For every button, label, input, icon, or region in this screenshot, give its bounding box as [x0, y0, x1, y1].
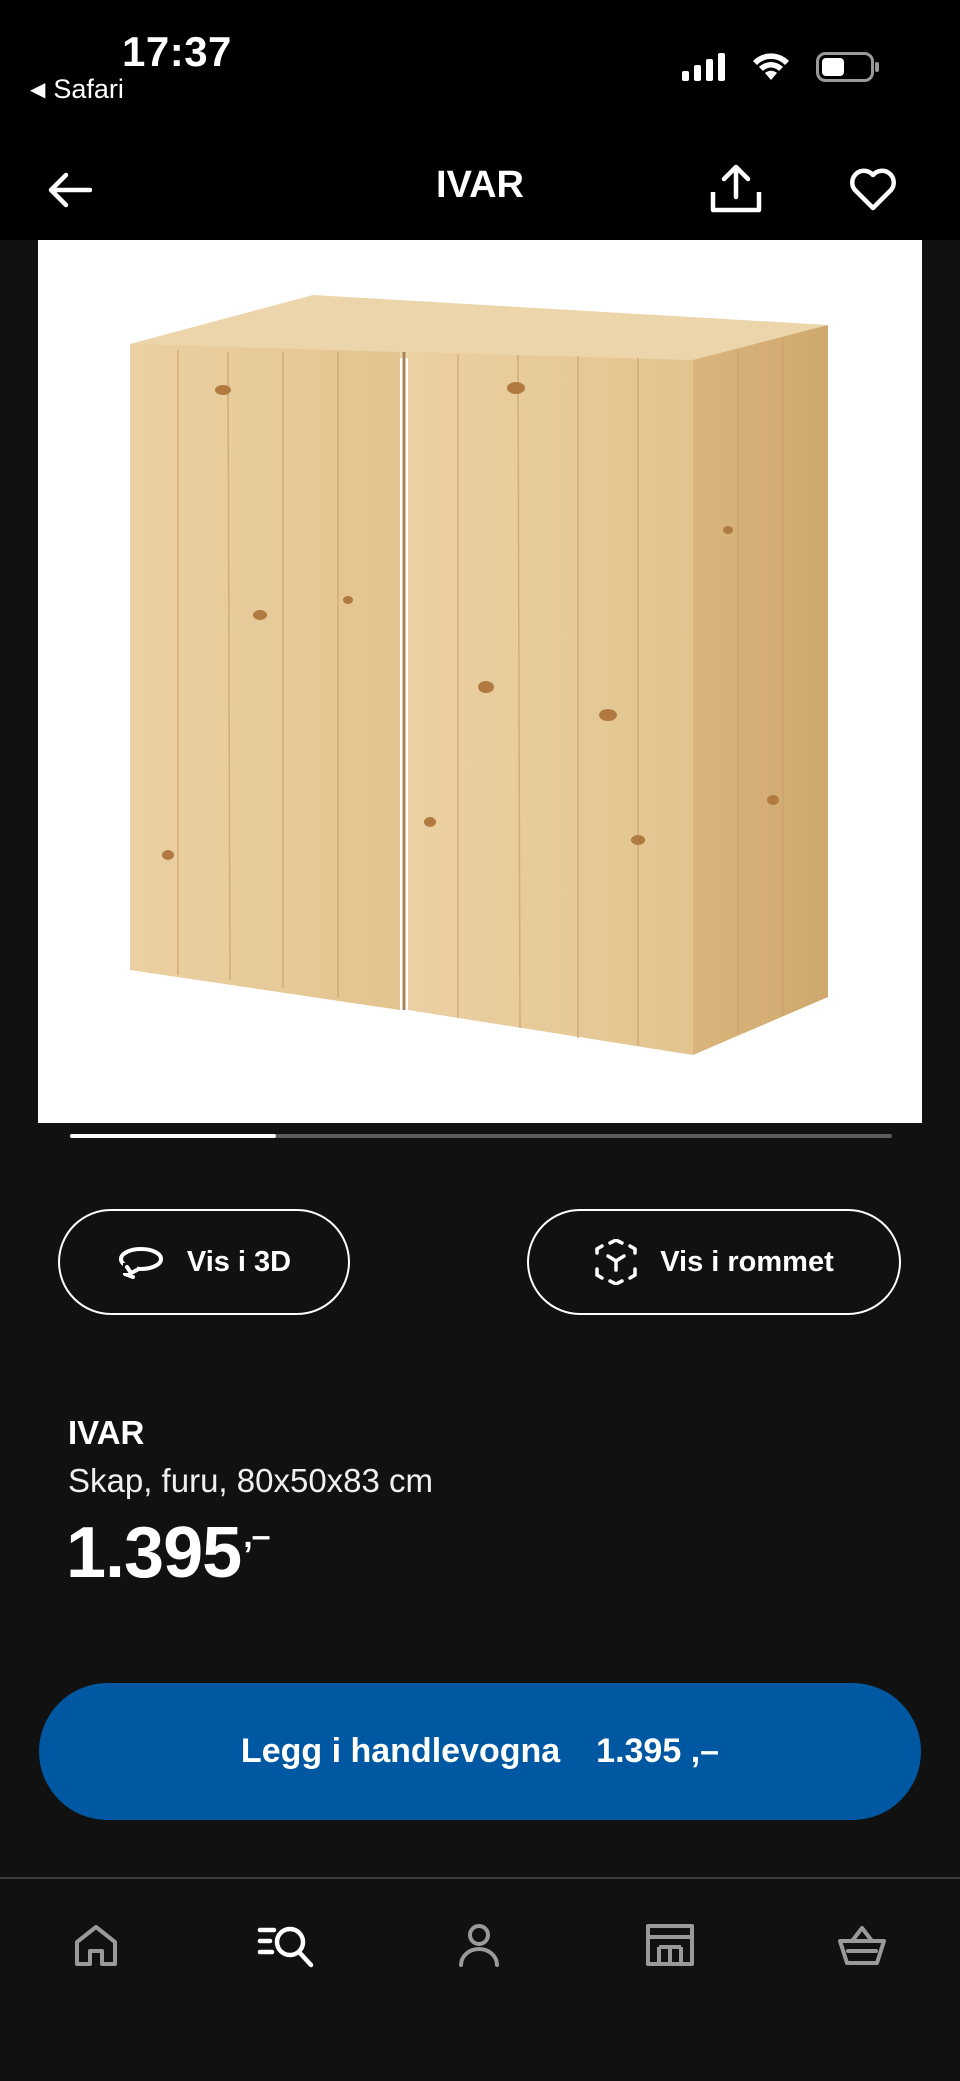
- cellular-signal-icon: [682, 53, 725, 81]
- status-bar: 17:37 ◀ Safari: [0, 0, 960, 140]
- status-time: 17:37: [122, 28, 232, 75]
- nav-profile[interactable]: [443, 1909, 515, 1981]
- profile-icon: [459, 1924, 499, 1967]
- wifi-icon: [753, 53, 789, 80]
- bottom-navigation: [0, 1877, 960, 2081]
- view-in-room-label: Vis i rommet: [660, 1245, 834, 1278]
- product-price: 1.395,–: [66, 1512, 271, 1594]
- home-icon: [75, 1925, 117, 1966]
- back-to-app-link[interactable]: ◀ Safari: [30, 74, 124, 105]
- price-suffix: ,–: [243, 1517, 270, 1555]
- view-in-3d-button[interactable]: Vis i 3D: [58, 1209, 350, 1315]
- product-name: IVAR: [68, 1414, 145, 1451]
- page-title: IVAR: [436, 164, 524, 206]
- add-to-cart-button[interactable]: Legg i handlevogna 1.395 ,–: [39, 1683, 921, 1820]
- basket-icon: [838, 1926, 886, 1965]
- image-carousel-indicator[interactable]: [70, 1134, 892, 1138]
- cabinet-illustration: [130, 295, 828, 1055]
- ar-cube-icon: [595, 1239, 637, 1285]
- rotate-3d-icon: [118, 1247, 163, 1279]
- back-triangle-icon: ◀: [30, 79, 46, 101]
- share-button[interactable]: [705, 158, 767, 220]
- nav-home[interactable]: [60, 1909, 132, 1981]
- back-app-label: Safari: [53, 74, 124, 104]
- store-icon: [646, 1924, 694, 1966]
- add-to-cart-price: 1.395 ,–: [596, 1732, 720, 1770]
- nav-store[interactable]: [634, 1909, 706, 1981]
- product-image[interactable]: [38, 240, 922, 1123]
- price-value: 1.395: [66, 1513, 242, 1593]
- battery-icon: [816, 52, 879, 82]
- app-header: IVAR: [0, 140, 960, 240]
- add-to-cart-label: Legg i handlevogna: [240, 1732, 561, 1770]
- carousel-progress: [70, 1134, 276, 1138]
- nav-basket[interactable]: [826, 1909, 898, 1981]
- heart-icon: [850, 168, 896, 211]
- view-in-3d-label: Vis i 3D: [186, 1245, 292, 1278]
- view-in-room-button[interactable]: Vis i rommet: [527, 1209, 901, 1315]
- share-icon: [710, 164, 762, 213]
- favorite-button[interactable]: [842, 158, 904, 220]
- status-icons: [682, 52, 880, 82]
- product-page: 17:37 ◀ Safari IVAR Vis i 3D Vis i romme…: [0, 0, 960, 2081]
- search-icon: [257, 1926, 314, 1968]
- nav-search[interactable]: [250, 1909, 322, 1981]
- product-description: Skap, furu, 80x50x83 cm: [68, 1462, 434, 1499]
